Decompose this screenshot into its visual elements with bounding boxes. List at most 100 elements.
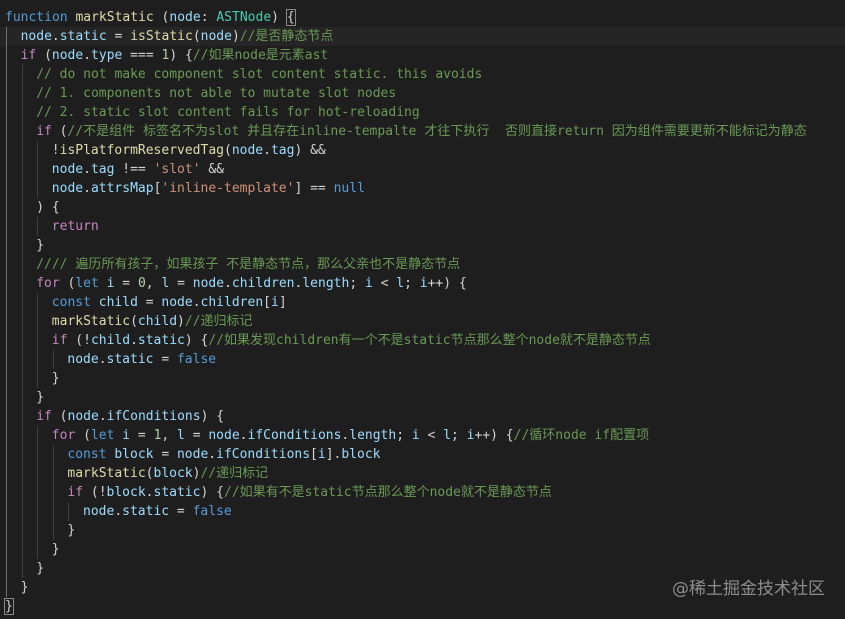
code-line[interactable]: markStatic(block)//递归标记 (0, 464, 845, 483)
indent-guide (21, 255, 23, 274)
code-token: let (75, 276, 99, 291)
code-line[interactable]: function markStatic (node: ASTNode) { (0, 8, 845, 27)
indent-guide (21, 540, 23, 559)
code-line[interactable]: //// 遍历所有孩子，如果孩子 不是静态节点，那么父亲也不是静态节点 (0, 255, 845, 274)
code-token: ifConditions (247, 428, 342, 443)
indent-guide (52, 483, 54, 502)
code-token: ( (75, 428, 91, 443)
code-token: ; (349, 276, 365, 291)
code-token: block (106, 485, 146, 500)
matched-bracket: { (285, 9, 296, 26)
code-line[interactable]: node.static = isStatic(node)//是否静态节点 (0, 27, 845, 46)
code-token: . (263, 143, 271, 158)
code-line[interactable]: node.static = false (0, 502, 845, 521)
indent-guide (6, 312, 7, 331)
code-line[interactable]: if (!child.static) {//如果发现children有一个不是s… (0, 331, 845, 350)
code-line[interactable]: for (let i = 1, l = node.ifConditions.le… (0, 426, 845, 445)
code-token: } (51, 371, 60, 386)
code-token: //循环node if配置项 (513, 428, 650, 443)
code-editor[interactable]: function markStatic (node: ASTNode) {nod… (0, 0, 845, 619)
code-token: static (59, 29, 107, 44)
code-line[interactable]: // 1. components not able to mutate slot… (0, 84, 845, 103)
code-text: const block = node.ifConditions[i].block (67, 445, 380, 464)
code-line[interactable]: markStatic(child)//递归标记 (0, 312, 845, 331)
code-token: function (5, 10, 68, 25)
code-line[interactable]: node.static = false (0, 350, 845, 369)
code-line[interactable]: // 2. static slot content fails for hot-… (0, 103, 845, 122)
code-line[interactable]: return (0, 217, 845, 236)
code-token: = (153, 447, 177, 462)
code-token: ) (231, 29, 240, 44)
code-line[interactable]: } (0, 388, 845, 407)
code-token: i (317, 447, 326, 462)
code-token: node (83, 504, 115, 519)
code-token: null (333, 181, 365, 196)
indent-guide (21, 236, 23, 255)
indent-guide (6, 407, 7, 426)
code-line[interactable]: const child = node.children[i] (0, 293, 845, 312)
code-line[interactable]: ) { (0, 198, 845, 217)
indent-guide (21, 350, 23, 369)
code-token: [ (263, 295, 271, 310)
code-line[interactable]: const block = node.ifConditions[i].block (0, 445, 845, 464)
indent-guide (6, 122, 7, 141)
code-token: ) { (184, 333, 209, 348)
code-token: < (372, 276, 397, 291)
indent-guide (6, 84, 7, 103)
code-token: markStatic (75, 10, 154, 25)
code-line[interactable]: } (0, 369, 845, 388)
code-token: i (419, 276, 428, 291)
code-line[interactable]: for (let i = 0, l = node.children.length… (0, 274, 845, 293)
code-token: ( (51, 409, 68, 424)
code-line[interactable]: } (0, 597, 845, 616)
code-token: ! (51, 143, 60, 158)
indent-guide (37, 293, 39, 312)
code-line[interactable]: if (//不是组件 标签名不为slot 并且存在inline-tempalte… (0, 122, 845, 141)
code-line[interactable]: } (0, 540, 845, 559)
code-token: ] (278, 295, 287, 310)
code-line[interactable]: if (node.ifConditions) { (0, 407, 845, 426)
code-text: // 2. static slot content fails for hot-… (36, 103, 420, 122)
code-token: } (36, 390, 45, 405)
code-line[interactable]: node.attrsMap['inline-template'] == null (0, 179, 845, 198)
code-token: = (106, 29, 131, 44)
code-token: . (83, 181, 91, 196)
indent-guide (37, 331, 39, 350)
code-token: . (114, 504, 123, 519)
indent-guide (52, 445, 54, 464)
code-token: node (51, 48, 84, 63)
code-line[interactable]: // do not make component slot content st… (0, 65, 845, 84)
indent-guide (52, 464, 54, 483)
code-token: l (443, 428, 452, 443)
code-token: node (67, 352, 99, 367)
indent-guide (6, 445, 7, 464)
code-line[interactable]: if (!block.static) {//如果有不是static节点那么整个n… (0, 483, 845, 502)
indent-guide (6, 578, 7, 597)
indent-guide (52, 350, 54, 369)
indent-guide (6, 198, 7, 217)
code-line[interactable]: } (0, 521, 845, 540)
code-token: block (153, 466, 193, 481)
code-token: children (231, 276, 295, 291)
code-token: ( (36, 48, 52, 63)
indent-guide (37, 160, 39, 179)
code-token: children (200, 295, 264, 310)
code-line[interactable]: } (0, 236, 845, 255)
code-line[interactable]: if (node.type === 1) {//如果node是元素ast (0, 46, 845, 65)
code-text: if (node.ifConditions) { (36, 407, 224, 426)
code-token: ) (177, 314, 185, 329)
code-token: . (239, 428, 248, 443)
code-text: !isPlatformReservedTag(node.tag) && (52, 141, 326, 160)
code-text: if (//不是组件 标签名不为slot 并且存在inline-tempalte… (36, 122, 807, 141)
code-line[interactable]: node.tag !== 'slot' && (0, 160, 845, 179)
indent-guide (6, 464, 7, 483)
code-token: //如果node是元素ast (192, 48, 329, 63)
indent-guide (37, 483, 39, 502)
code-token: if (20, 48, 37, 63)
code-token: ] == (294, 181, 334, 196)
code-line[interactable]: !isPlatformReservedTag(node.tag) && (0, 141, 845, 160)
indent-guide (21, 122, 23, 141)
code-token: tag (270, 143, 295, 158)
code-text: const child = node.children[i] (52, 293, 287, 312)
